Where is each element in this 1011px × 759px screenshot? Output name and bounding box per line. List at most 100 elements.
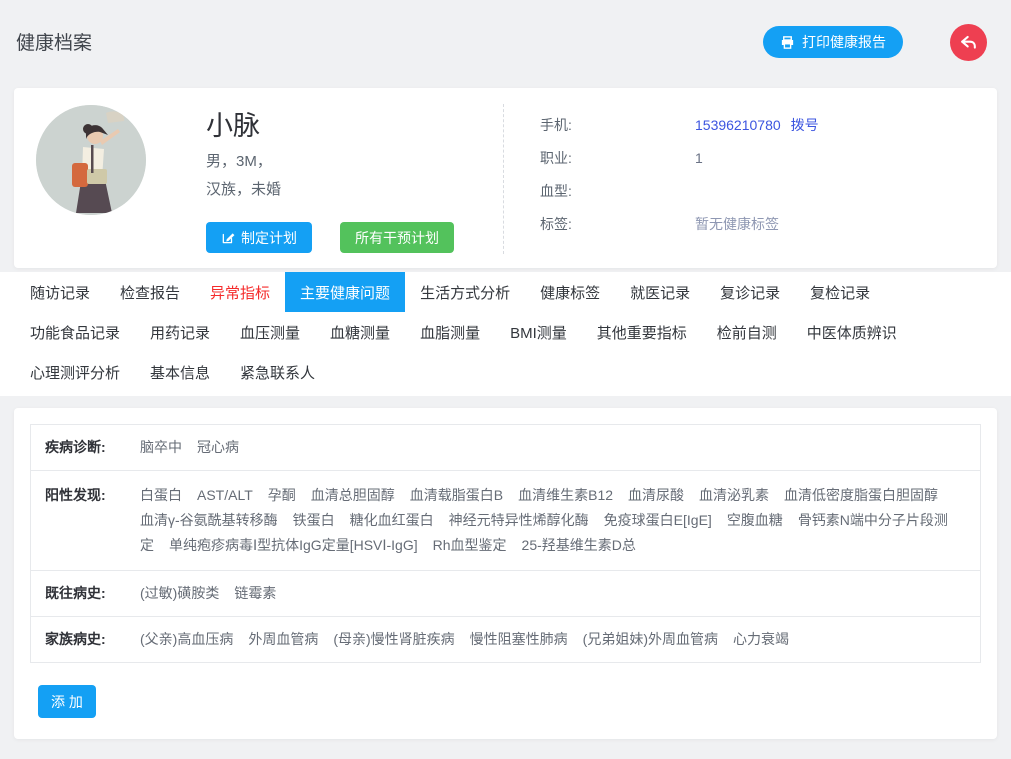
record-item: 心力衰竭 [733, 631, 789, 647]
record-item: (兄弟姐妹)外周血管病 [583, 631, 718, 647]
record-item: 免疫球蛋白E[IgE] [604, 512, 712, 528]
tab[interactable]: 基本信息 [135, 352, 225, 392]
record-item: 脑卒中 [140, 439, 182, 455]
record-item: 空腹血糖 [727, 512, 783, 528]
tab[interactable]: 用药记录 [135, 312, 225, 352]
health-problems-panel: 疾病诊断:脑卒中冠心病阳性发现:白蛋白AST/ALT孕酮血清总胆固醇血清载脂蛋白… [14, 408, 997, 739]
record-label: 阳性发现: [45, 483, 140, 558]
tab[interactable]: BMI测量 [495, 312, 582, 352]
print-health-report-button[interactable]: 打印健康报告 [763, 26, 903, 58]
record-item: 血清低密度脂蛋白胆固醇 [784, 487, 938, 503]
tab[interactable]: 就医记录 [615, 272, 705, 312]
record-values: (过敏)磺胺类链霉素 [140, 581, 966, 606]
tab[interactable]: 随访记录 [15, 272, 105, 312]
tab[interactable]: 检前自测 [702, 312, 792, 352]
record-values: 脑卒中冠心病 [140, 435, 966, 460]
record-item: 慢性阻塞性肺病 [470, 631, 568, 647]
record-item: Rh血型鉴定 [433, 537, 507, 553]
record-item: (过敏)磺胺类 [140, 585, 219, 601]
record-row: 疾病诊断:脑卒中冠心病 [31, 425, 980, 471]
phone-number: 15396210780 [695, 115, 781, 135]
tab[interactable]: 主要健康问题 [285, 272, 405, 312]
record-label: 既往病史: [45, 581, 140, 606]
record-item: 血清载脂蛋白B [410, 487, 503, 503]
top-bar: 健康档案 打印健康报告 [0, 0, 1011, 88]
occupation-label: 职业: [540, 148, 695, 168]
tag-row: 标签: 暂无健康标签 [540, 214, 990, 234]
tab[interactable]: 健康标签 [525, 272, 615, 312]
record-table: 疾病诊断:脑卒中冠心病阳性发现:白蛋白AST/ALT孕酮血清总胆固醇血清载脂蛋白… [30, 424, 981, 663]
record-item: 糖化血红蛋白 [350, 512, 434, 528]
tab[interactable]: 检查报告 [105, 272, 195, 312]
tab[interactable]: 异常指标 [195, 272, 285, 312]
profile-action-buttons: 制定计划 所有干预计划 [206, 222, 454, 253]
record-values: (父亲)高血压病外周血管病 (母亲)慢性肾脏疾病慢性阻塞性肺病 (兄弟姐妹)外周血管… [140, 627, 966, 652]
patient-name: 小脉 [206, 104, 260, 143]
record-row: 家族病史:(父亲)高血压病外周血管病 (母亲)慢性肾脏疾病慢性阻塞性肺病 (兄弟姐妹… [31, 617, 980, 662]
all-intervention-plans-label: 所有干预计划 [355, 228, 439, 248]
tab[interactable]: 功能食品记录 [15, 312, 135, 352]
record-item: 25-羟基维生素D总 [522, 537, 636, 553]
record-item: 白蛋白 [140, 487, 182, 503]
tab[interactable]: 复检记录 [795, 272, 885, 312]
record-item: 血清γ-谷氨酰基转移酶 [140, 512, 278, 528]
record-row: 阳性发现:白蛋白 AST/ALT 孕酮血清总胆固醇血清载脂蛋白B 血清维生素B12 血清… [31, 471, 980, 571]
patient-ethnicity-marital: 汉族，未婚 [206, 178, 281, 199]
record-item: 血清泌乳素 [699, 487, 769, 503]
page-title: 健康档案 [16, 33, 92, 54]
tab[interactable]: 其他重要指标 [582, 312, 702, 352]
record-item: (母亲)慢性肾脏疾病 [333, 631, 454, 647]
tab[interactable]: 血压测量 [225, 312, 315, 352]
add-button[interactable]: 添 加 [38, 685, 96, 718]
tag-label: 标签: [540, 214, 695, 234]
occupation-value: 1 [695, 148, 703, 168]
phone-row: 手机: 15396210780 拨号 [540, 115, 990, 135]
back-button[interactable] [950, 24, 987, 61]
occupation-row: 职业: 1 [540, 148, 990, 168]
tab[interactable]: 复诊记录 [705, 272, 795, 312]
record-item: 血清维生素B12 [518, 487, 613, 503]
blood-type-label: 血型: [540, 181, 695, 201]
record-item: 外周血管病 [248, 631, 318, 647]
record-item: 链霉素 [234, 585, 276, 601]
record-item: (父亲)高血压病 [140, 631, 233, 647]
tab[interactable]: 血脂测量 [405, 312, 495, 352]
record-row: 既往病史:(过敏)磺胺类链霉素 [31, 571, 980, 617]
record-item: 血清总胆固醇 [311, 487, 395, 503]
print-button-label: 打印健康报告 [802, 32, 886, 52]
make-plan-button[interactable]: 制定计划 [206, 222, 312, 253]
undo-arrow-icon [959, 33, 978, 52]
avatar [36, 105, 146, 215]
all-intervention-plans-button[interactable]: 所有干预计划 [340, 222, 454, 253]
phone-label: 手机: [540, 115, 695, 135]
tab[interactable]: 生活方式分析 [405, 272, 525, 312]
record-item: 冠心病 [197, 439, 239, 455]
dial-link[interactable]: 拨号 [791, 115, 819, 135]
record-item: 铁蛋白 [293, 512, 335, 528]
record-item: 血清尿酸 [628, 487, 684, 503]
contact-info: 手机: 15396210780 拨号 职业: 1 血型: 标签: 暂无健康标签 [540, 115, 990, 247]
record-item: 孕酮 [268, 487, 296, 503]
printer-icon [780, 35, 795, 50]
make-plan-label: 制定计划 [241, 228, 297, 248]
patient-profile-card: 小脉 男，3M， 汉族，未婚 制定计划 所有干预计划 手机: 153962107… [14, 88, 997, 268]
tab[interactable]: 中医体质辨识 [792, 312, 912, 352]
tab-row: 随访记录检查报告异常指标主要健康问题生活方式分析健康标签就医记录复诊记录复检记录 [15, 272, 996, 312]
tab[interactable]: 血糖测量 [315, 312, 405, 352]
edit-icon [221, 231, 235, 245]
record-item: 神经元特异性烯醇化酶 [449, 512, 589, 528]
patient-sex-age: 男，3M， [206, 150, 272, 171]
tab-row: 功能食品记录用药记录血压测量血糖测量血脂测量BMI测量其他重要指标检前自测中医体… [15, 312, 996, 352]
tab[interactable]: 心理测评分析 [15, 352, 135, 392]
tabs: 随访记录检查报告异常指标主要健康问题生活方式分析健康标签就医记录复诊记录复检记录… [0, 272, 1011, 396]
record-label: 家族病史: [45, 627, 140, 652]
record-item: AST/ALT [197, 487, 253, 503]
blood-type-row: 血型: [540, 181, 990, 201]
record-values: 白蛋白 AST/ALT 孕酮血清总胆固醇血清载脂蛋白B 血清维生素B12 血清尿酸血清泌… [140, 483, 966, 558]
tag-value: 暂无健康标签 [695, 214, 779, 234]
record-label: 疾病诊断: [45, 435, 140, 460]
tab-row: 心理测评分析基本信息紧急联系人 [15, 352, 996, 392]
dashed-divider [503, 104, 504, 254]
tab[interactable]: 紧急联系人 [225, 352, 330, 392]
record-item: 单纯疱疹病毒Ⅰ型抗体IgG定量[HSVⅠ-IgG] [169, 537, 418, 553]
